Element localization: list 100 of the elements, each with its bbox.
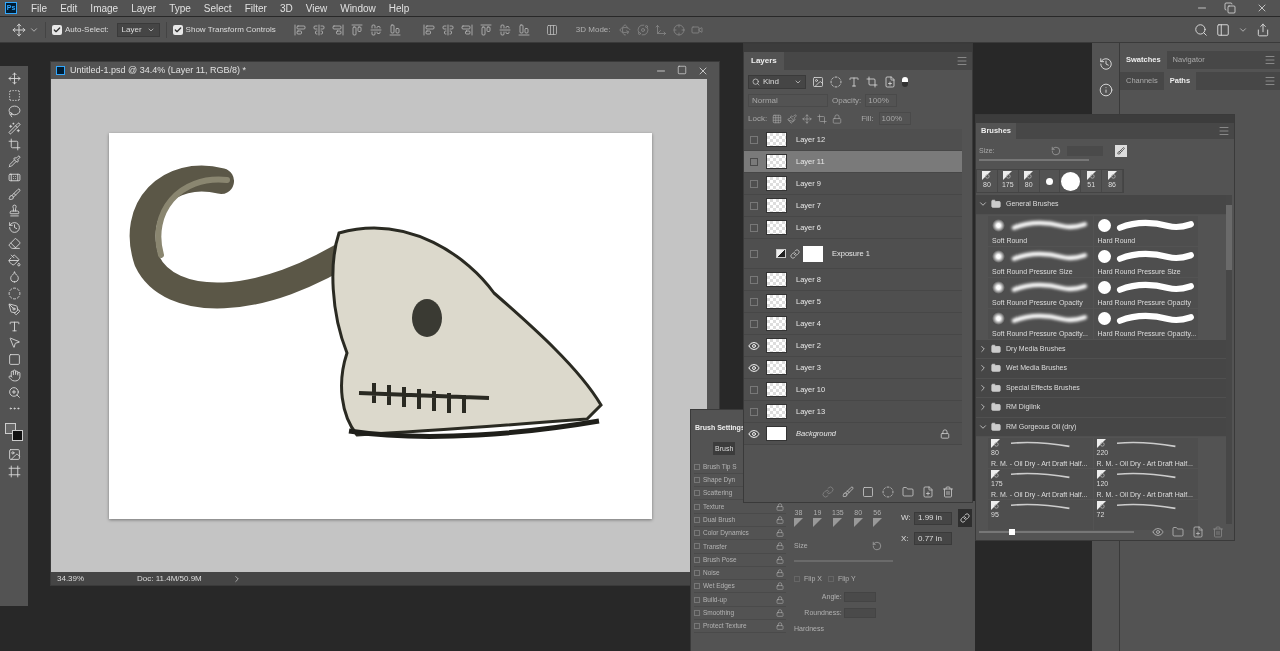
rectangle-tool-icon[interactable] [7,352,21,366]
visibility-toggle[interactable] [750,319,758,328]
bandage-icon[interactable] [7,171,21,184]
lasso-tool-icon[interactable] [7,105,21,118]
preview-size-slider[interactable] [979,527,1134,537]
distribute-icon[interactable] [441,23,454,36]
layer-thumbnail[interactable] [766,294,787,309]
chevron-right-icon[interactable] [978,363,988,374]
screen-mode-icon[interactable] [7,464,21,478]
menu-item[interactable]: Filter [244,0,267,16]
menu-item[interactable]: Layer [131,0,157,16]
distribute-icon[interactable] [479,23,492,36]
brush-tip-icon[interactable] [813,518,822,527]
eraser-icon[interactable] [7,237,21,250]
link-button[interactable] [958,509,972,527]
drag-3d-icon[interactable] [654,23,667,36]
menu-item[interactable]: Window [340,0,376,16]
recent-brush[interactable] [1060,170,1082,192]
drop-icon[interactable] [7,270,21,283]
layers-tab[interactable]: Layers [744,52,784,70]
layer-thumbnail[interactable] [766,220,787,235]
camera-icon[interactable] [690,23,703,36]
menu-item[interactable]: Type [169,0,191,16]
distribute-icon[interactable] [517,23,530,36]
eye-icon[interactable] [748,339,760,352]
menu-item[interactable]: Edit [60,0,78,16]
shape-filter-icon[interactable] [866,76,878,88]
menu-item[interactable]: File [31,0,48,16]
scrollbar[interactable] [1226,195,1232,524]
marquee-tool-icon[interactable] [7,88,21,102]
adjustment-filter-icon[interactable] [830,76,842,88]
chevron-right-icon[interactable] [978,343,988,354]
history-icon[interactable] [1098,57,1113,71]
layer-thumbnail[interactable] [766,404,787,419]
dimension-field[interactable]: 1.99 in [914,511,952,525]
chevron-right-icon[interactable] [978,382,988,393]
brush-settings-icon[interactable] [1114,145,1127,157]
layer-mask-thumbnail[interactable] [803,245,823,262]
target-dropdown[interactable]: Layer [116,22,160,37]
lock-paint-icon[interactable] [787,113,798,124]
layer-thumbnail[interactable] [766,154,787,169]
brush-tool-icon[interactable] [7,187,21,201]
checkbox[interactable] [52,24,62,35]
lock-artboard-icon[interactable] [817,113,828,124]
visibility-toggle[interactable] [750,179,758,188]
align-icon[interactable] [312,23,325,36]
move-tool-icon[interactable] [12,22,26,37]
restore-icon[interactable] [1224,2,1236,14]
smart-object-filter-icon[interactable] [884,76,896,88]
layer-thumbnail[interactable] [766,382,787,397]
new-brush-icon[interactable] [1192,526,1204,538]
visibility-toggle[interactable] [750,157,758,166]
visibility-toggle[interactable] [750,135,758,144]
align-icon[interactable] [369,23,382,36]
menu-item[interactable]: Help [388,0,410,16]
visibility-toggle[interactable] [750,385,758,394]
layer-thumbnail[interactable] [766,176,787,191]
folder-icon[interactable] [1172,526,1184,538]
layer-thumbnail[interactable] [766,316,787,331]
rotate-3d-icon[interactable] [618,23,631,36]
layer-thumbnail[interactable] [766,132,787,147]
stamp-tool-icon[interactable] [7,204,21,217]
eye-icon[interactable] [748,427,760,440]
magic-wand-icon[interactable] [7,121,21,135]
menu-item[interactable]: 3D [279,0,293,16]
panel-menu-icon[interactable] [1264,75,1276,87]
eye-icon[interactable] [748,361,760,374]
quick-mask-icon[interactable] [7,448,21,461]
search-icon[interactable] [1194,22,1208,37]
new-layer-icon[interactable] [922,486,934,498]
workspace-icon[interactable] [1216,22,1230,37]
history-brush-icon[interactable] [7,220,21,234]
menu-item[interactable]: Image [90,0,119,16]
link-icon[interactable] [822,486,834,498]
align-icon[interactable] [331,23,344,36]
pen-tool-icon[interactable] [7,303,21,316]
pixel-filter-icon[interactable] [812,76,824,88]
share-icon[interactable] [1256,22,1270,37]
panel-menu-icon[interactable] [1264,54,1276,66]
reset-icon[interactable] [871,541,882,552]
dimension-field[interactable]: 0.77 in [914,532,952,545]
folder-icon[interactable] [902,486,914,498]
menu-item[interactable]: View [305,0,328,16]
menu-item[interactable]: Select [203,0,232,16]
chevron-right-icon[interactable] [978,402,988,413]
hand-tool-icon[interactable] [7,369,21,382]
lock-pixels-icon[interactable] [772,113,783,124]
filter-dropdown[interactable]: Kind [748,75,806,89]
brush-tip-icon[interactable] [794,518,803,527]
layer-thumbnail[interactable] [766,360,787,375]
distribute-icon[interactable] [498,23,511,36]
visibility-toggle[interactable] [750,297,758,306]
visibility-toggle[interactable] [750,201,758,210]
maximize-icon[interactable] [677,64,687,75]
crop-tool-icon[interactable] [7,138,21,151]
visibility-toggle[interactable] [750,275,758,284]
panel-menu-icon[interactable] [1218,125,1230,137]
visibility-toggle[interactable] [750,249,758,258]
align-icon[interactable] [350,23,363,36]
eye-icon[interactable] [1152,526,1164,538]
